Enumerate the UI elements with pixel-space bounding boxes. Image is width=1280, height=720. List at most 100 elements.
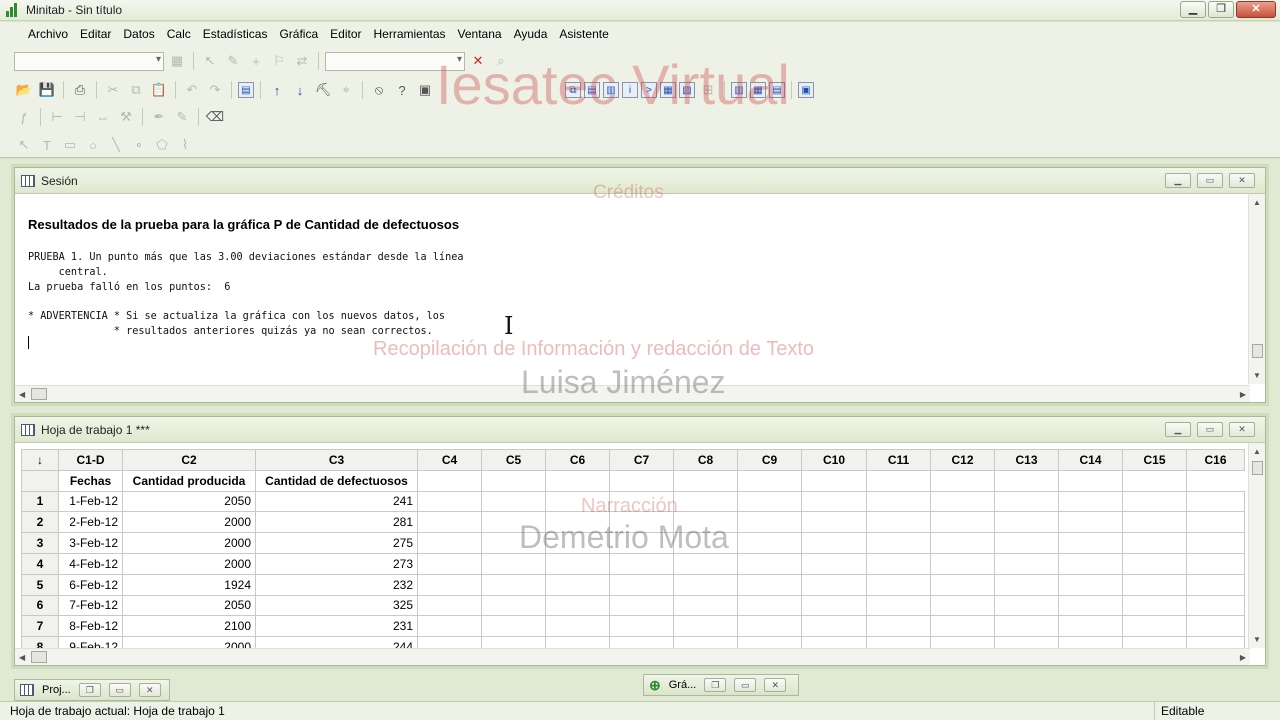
column-header[interactable]: C2 <box>122 449 256 471</box>
empty-cell[interactable] <box>801 594 867 617</box>
cell-cantidad-defectuosos[interactable]: 232 <box>255 573 418 596</box>
empty-cell[interactable] <box>673 573 738 596</box>
empty-cell[interactable] <box>866 532 931 554</box>
empty-cell[interactable] <box>930 594 995 617</box>
column-name-cell[interactable] <box>673 469 738 492</box>
empty-cell[interactable] <box>1058 594 1123 617</box>
session-vertical-scrollbar[interactable]: ▲ ▼ <box>1248 194 1265 384</box>
empty-cell[interactable] <box>994 532 1059 554</box>
empty-cell[interactable] <box>737 490 802 513</box>
empty-cell[interactable] <box>545 511 610 534</box>
cell-cantidad-producida[interactable]: 2000 <box>122 532 256 554</box>
empty-cell[interactable] <box>737 552 802 575</box>
empty-cell[interactable] <box>1122 552 1187 575</box>
cell-fecha[interactable]: 6-Feb-12 <box>58 573 123 596</box>
find-replace-icon[interactable]: ⌖ <box>336 80 356 100</box>
empty-cell[interactable] <box>930 490 995 513</box>
polyline-tool-icon[interactable]: ⌇ <box>175 135 195 155</box>
project-restore-button[interactable]: ❐ <box>78 683 101 697</box>
session-output[interactable]: Resultados de la prueba para la gráfica … <box>15 182 1265 403</box>
empty-cell[interactable] <box>417 511 482 534</box>
empty-cell[interactable] <box>1186 532 1245 554</box>
empty-cell[interactable] <box>1058 511 1123 534</box>
scroll-left-icon[interactable]: ◀ <box>19 386 25 403</box>
empty-cell[interactable] <box>545 594 610 617</box>
empty-cell[interactable] <box>609 532 674 554</box>
column-header[interactable]: C3 <box>255 449 418 471</box>
empty-cell[interactable] <box>1122 594 1187 617</box>
empty-cell[interactable] <box>481 594 546 617</box>
worksheet-scroll-thumb[interactable] <box>1252 461 1263 475</box>
swap-icon[interactable]: ⇄ <box>292 51 312 71</box>
move-column-icon[interactable]: ⇔ <box>93 107 113 127</box>
column-header[interactable]: C10 <box>801 449 867 471</box>
empty-cell[interactable] <box>609 511 674 534</box>
project-maximize-button[interactable]: ▭ <box>108 683 131 697</box>
row-number[interactable]: 1 <box>21 490 59 513</box>
cell-cantidad-producida[interactable]: 2050 <box>122 594 256 617</box>
menu-editor[interactable]: Editor <box>324 27 367 41</box>
column-header[interactable]: C14 <box>1058 449 1123 471</box>
row-number[interactable]: 7 <box>21 615 59 638</box>
column-name-cell[interactable] <box>1058 469 1123 492</box>
column-name-cell[interactable]: Cantidad de defectuosos <box>255 469 418 492</box>
row-number[interactable]: 6 <box>21 594 59 617</box>
cell-cantidad-producida[interactable]: 1924 <box>122 573 256 596</box>
polygon-tool-icon[interactable]: ⬠ <box>152 135 172 155</box>
row-number[interactable]: 5 <box>21 573 59 596</box>
select-arrow-icon[interactable]: ↖ <box>200 51 220 71</box>
column-header[interactable]: C5 <box>481 449 546 471</box>
empty-cell[interactable] <box>1058 552 1123 575</box>
empty-cell[interactable] <box>545 532 610 554</box>
menu-datos[interactable]: Datos <box>117 27 160 41</box>
pointer-tool-icon[interactable]: ↖ <box>14 135 34 155</box>
empty-cell[interactable] <box>417 490 482 513</box>
empty-cell[interactable] <box>1186 490 1245 513</box>
cell-cantidad-defectuosos[interactable]: 281 <box>255 511 418 534</box>
column-name-cell[interactable] <box>417 469 482 492</box>
manage-graphs-icon[interactable]: ⊞ <box>698 80 718 100</box>
annotation-icon[interactable]: ▦ <box>167 51 187 71</box>
empty-cell[interactable] <box>866 490 931 513</box>
constants-icon[interactable]: ▤ <box>769 82 785 98</box>
empty-cell[interactable] <box>737 594 802 617</box>
report-pad-icon[interactable]: ▦ <box>660 82 676 98</box>
empty-cell[interactable] <box>545 552 610 575</box>
cell-cantidad-defectuosos[interactable]: 275 <box>255 532 418 554</box>
empty-cell[interactable] <box>673 532 738 554</box>
empty-cell[interactable] <box>737 615 802 638</box>
graph-editing-combo[interactable] <box>14 51 164 71</box>
worksheet-grid-area[interactable]: ↓ C1-D C2 C3 C4 C5 C6 C7 C8 C9 C10 C11 C… <box>15 443 1265 665</box>
empty-cell[interactable] <box>609 573 674 596</box>
formula-icon[interactable]: ƒ <box>14 107 34 127</box>
empty-cell[interactable] <box>545 573 610 596</box>
empty-cell[interactable] <box>801 511 867 534</box>
pencil-icon[interactable]: ✎ <box>172 107 192 127</box>
scroll-right-icon[interactable]: ▶ <box>1240 386 1246 403</box>
menu-ventana[interactable]: Ventana <box>452 27 508 41</box>
empty-cell[interactable] <box>1122 511 1187 534</box>
ellipse-tool-icon[interactable]: ○ <box>83 135 103 155</box>
empty-cell[interactable] <box>1058 615 1123 638</box>
cell-cantidad-defectuosos[interactable]: 231 <box>255 615 418 638</box>
session-close-button[interactable]: ✕ <box>1229 173 1255 188</box>
menu-archivo[interactable]: Archivo <box>22 27 74 41</box>
assistant-icon[interactable]: ▣ <box>415 80 435 100</box>
empty-cell[interactable] <box>1058 573 1123 596</box>
empty-cell[interactable] <box>609 615 674 638</box>
empty-cell[interactable] <box>994 573 1059 596</box>
cell-fecha[interactable]: 2-Feb-12 <box>58 511 123 534</box>
empty-cell[interactable] <box>1186 511 1245 534</box>
column-header[interactable]: C15 <box>1122 449 1187 471</box>
command-icon[interactable]: > <box>641 82 657 98</box>
column-name-cell[interactable] <box>737 469 802 492</box>
column-name-cell[interactable] <box>481 469 546 492</box>
scroll-up-icon[interactable]: ▲ <box>1249 194 1265 211</box>
info-icon[interactable]: i <box>622 82 638 98</box>
row-number[interactable]: 2 <box>21 511 59 534</box>
empty-cell[interactable] <box>801 490 867 513</box>
empty-cell[interactable] <box>801 532 867 554</box>
empty-cell[interactable] <box>673 615 738 638</box>
session-window[interactable]: Sesión ▁ ▭ ✕ Resultados de la prueba par… <box>14 167 1266 403</box>
empty-cell[interactable] <box>866 552 931 575</box>
